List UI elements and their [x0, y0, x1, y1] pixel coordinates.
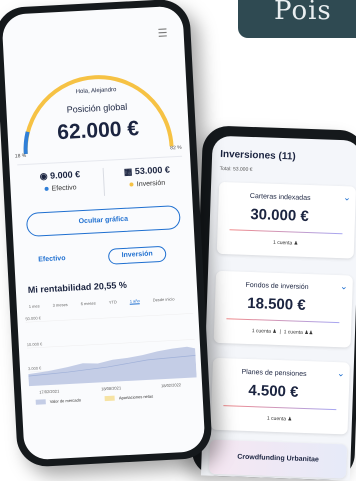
hide-chart-button[interactable]: Ocultar gráfica — [25, 204, 181, 238]
card-name: Fondos de inversión — [245, 281, 309, 292]
tab-cash[interactable]: Efectivo — [38, 255, 66, 263]
card-divider — [223, 405, 337, 411]
legend-swatch — [104, 396, 116, 402]
brand-text: Pois — [274, 0, 332, 26]
user-icon: ♟ — [272, 328, 277, 335]
investments-screen: Inversiones (11) Total: 53.000 € Cartera… — [200, 135, 356, 481]
investment-card[interactable]: Fondos de inversión 18.500 € ⌄ 1 cuenta … — [213, 270, 354, 348]
y-tick: 10.000 € — [27, 341, 44, 347]
card-name: Planes de pensiones — [241, 368, 307, 379]
x-tick: 18/02/2022 — [161, 382, 182, 388]
investments-title: Inversiones (11) — [219, 148, 296, 163]
period-3m[interactable]: 3 meses — [52, 302, 67, 308]
y-tick: 3.000 € — [28, 365, 42, 371]
chevron-down-icon[interactable]: ⌄ — [337, 368, 345, 379]
period-1y[interactable]: 1 año — [129, 298, 140, 305]
dashboard-screen: ☰ Hola, Alejandro Posición global 62.000… — [1, 5, 206, 461]
user-icon: ♟ — [293, 240, 299, 247]
return-chart: 50.000 € 10.000 € 3.000 € 17/02/2021 18/… — [25, 313, 197, 395]
investment-card[interactable]: Carteras indexadas 30.000 € ⌄ 1 cuenta ♟ — [216, 181, 356, 259]
card-accounts: 1 cuenta ♟ — [266, 415, 293, 423]
cash-label: Efectivo — [51, 184, 77, 193]
secondary-phone: Inversiones (11) Total: 53.000 € Cartera… — [190, 125, 356, 481]
legend-swatch — [35, 399, 46, 406]
legend-contributions: Aportaciones netas — [118, 393, 154, 401]
card-name: Crowdfunding Urbanitae — [237, 453, 319, 464]
chevron-down-icon[interactable]: ⌄ — [343, 192, 351, 203]
investment-value: 53.000 € — [134, 164, 171, 177]
wallet-icon: ◉ — [39, 170, 48, 182]
period-all[interactable]: Desde inicio — [153, 296, 175, 302]
cash-stat: ◉ 9.000 € Efectivo — [20, 168, 101, 194]
y-tick: 50.000 € — [25, 315, 42, 321]
card-amount: 30.000 € — [250, 205, 310, 225]
cash-percent: 18 % — [14, 152, 27, 160]
x-tick: 17/02/2021 — [39, 388, 60, 394]
investment-label: Inversión — [136, 179, 166, 189]
user-icon: ♟ — [287, 416, 293, 423]
card-accounts: 1 cuenta ♟ — [272, 239, 299, 247]
period-ytd[interactable]: YTD — [109, 299, 117, 304]
users-icon: ♟♟ — [304, 329, 314, 337]
chevron-down-icon[interactable]: ⌄ — [340, 281, 348, 292]
brand-banner: Pois — [238, 0, 356, 38]
period-6m[interactable]: 6 meses — [81, 301, 96, 307]
main-phone: ☰ Hola, Alejandro Posición global 62.000… — [0, 0, 213, 468]
cash-value: 9.000 € — [49, 169, 81, 181]
card-divider — [229, 229, 343, 235]
cash-dot — [44, 186, 49, 192]
return-label: Mi rentabilidad 20,55 % — [27, 279, 128, 296]
chart-bars-icon: ▦ — [123, 166, 133, 177]
investments-total: Total: 53.000 € — [219, 165, 253, 174]
card-name: Carteras indexadas — [249, 192, 311, 203]
tab-investment[interactable]: Inversión — [107, 245, 167, 265]
card-accounts: 1 cuenta ♟ | 1 cuenta ♟♟ — [251, 328, 314, 337]
legend-market: Valor de mercado — [49, 397, 82, 405]
card-divider — [226, 318, 340, 324]
period-1m[interactable]: 1 mes — [29, 303, 40, 309]
investment-dot — [129, 182, 134, 187]
investment-stat: ▦ 53.000 € Inversión — [107, 164, 188, 190]
chart-tabs: Efectivo Inversión — [28, 245, 181, 269]
stat-separator — [102, 167, 106, 196]
x-tick: 18/08/2021 — [101, 385, 122, 391]
investment-card[interactable]: Planes de pensiones 4.500 € ⌄ 1 cuenta ♟ — [210, 357, 350, 435]
card-amount: 4.500 € — [248, 382, 299, 401]
card-amount: 18.500 € — [246, 294, 306, 314]
investment-card[interactable]: Crowdfunding Urbanitae — [209, 439, 348, 479]
investment-percent: 82 % — [170, 144, 182, 152]
